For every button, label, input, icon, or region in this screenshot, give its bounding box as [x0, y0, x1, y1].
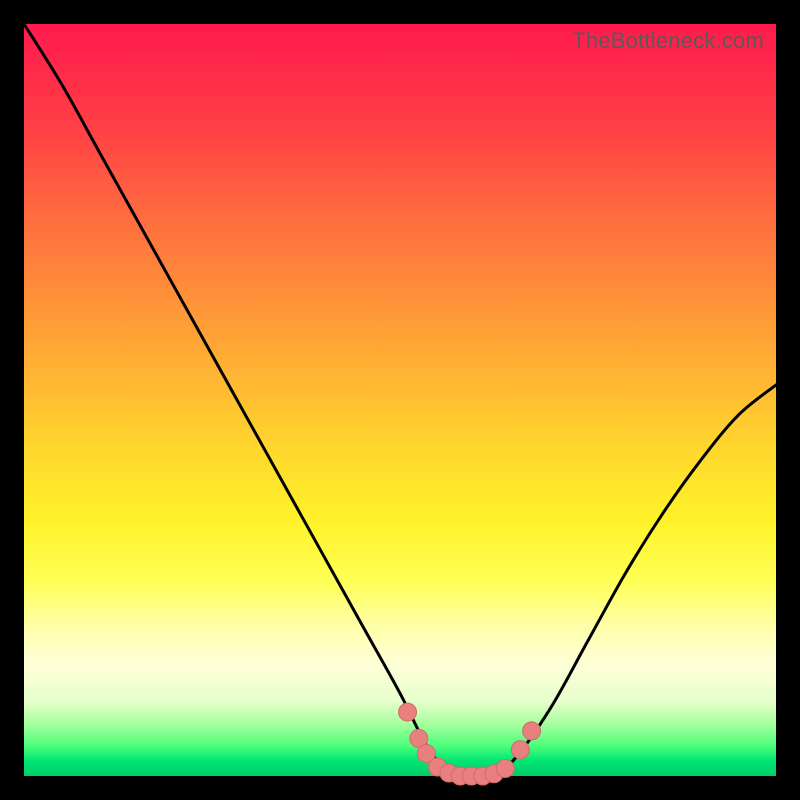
chart-svg-layer: [24, 24, 776, 776]
curve-marker: [496, 759, 514, 777]
chart-frame: TheBottleneck.com: [0, 0, 800, 800]
bottleneck-curve: [24, 24, 776, 777]
curve-marker: [523, 722, 541, 740]
chart-plot-area: TheBottleneck.com: [24, 24, 776, 776]
curve-marker: [399, 703, 417, 721]
curve-marker: [511, 741, 529, 759]
curve-markers: [399, 703, 541, 785]
